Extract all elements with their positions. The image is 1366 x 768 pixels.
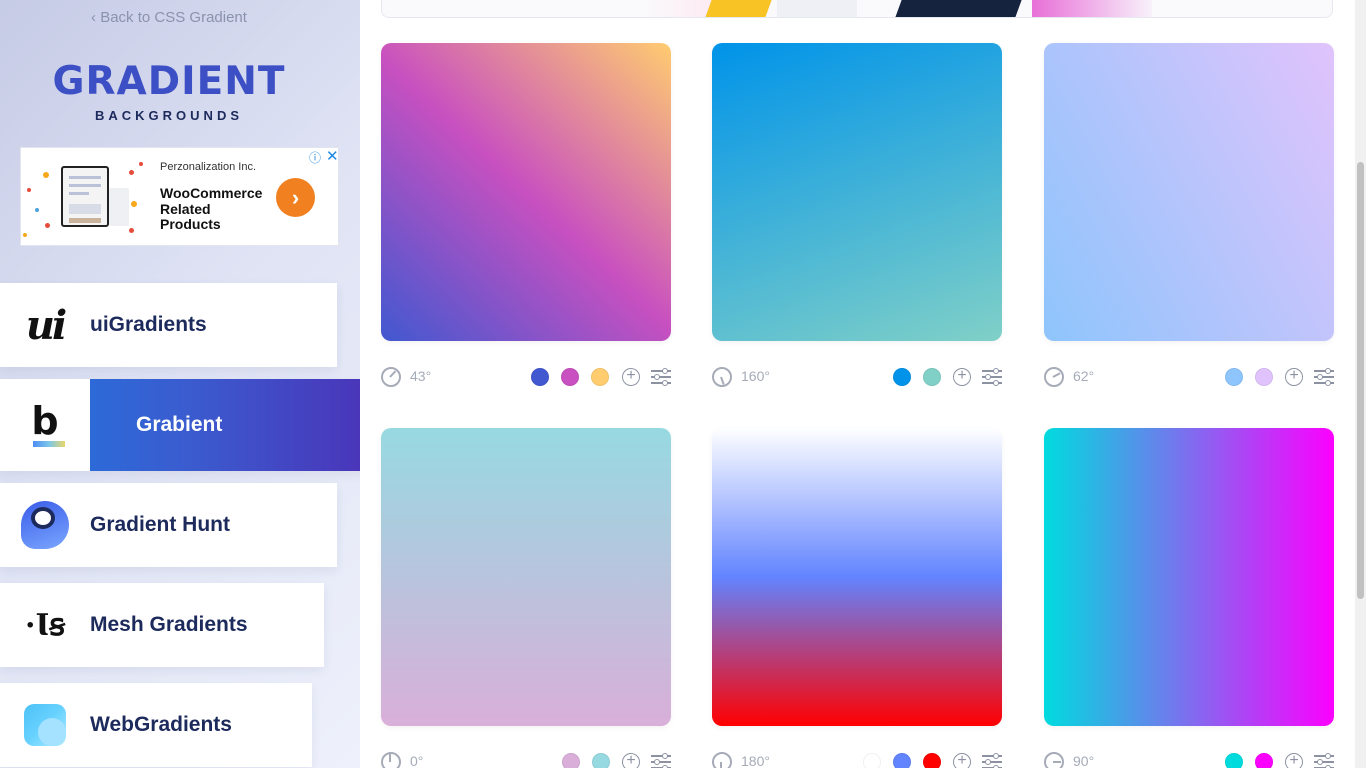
angle-value: 43° xyxy=(410,368,432,384)
color-stop[interactable] xyxy=(591,368,609,386)
angle-value: 180° xyxy=(741,753,770,768)
color-stop[interactable] xyxy=(1225,753,1243,768)
angle-value: 62° xyxy=(1073,368,1095,384)
color-stop[interactable] xyxy=(1225,368,1243,386)
add-color-icon[interactable]: + xyxy=(1285,368,1303,386)
nav-item-gradient-hunt[interactable]: Gradient Hunt xyxy=(0,483,337,567)
angle-dial-icon[interactable] xyxy=(1044,367,1064,387)
gradient-card: 62° + xyxy=(1044,43,1334,387)
gradient-swatch[interactable] xyxy=(1044,428,1334,726)
color-stop[interactable] xyxy=(531,368,549,386)
color-stop[interactable] xyxy=(562,753,580,768)
add-color-icon[interactable]: + xyxy=(953,368,971,386)
color-stop[interactable] xyxy=(893,753,911,768)
gradient-controls: 0° + xyxy=(381,750,671,768)
settings-sliders-icon[interactable] xyxy=(651,367,671,386)
promo-banner[interactable] xyxy=(381,0,1333,18)
gradient-controls: 180° + xyxy=(712,750,1002,768)
add-color-icon[interactable]: + xyxy=(1285,753,1303,768)
nav-item-label: Mesh Gradients xyxy=(90,613,248,636)
gradient-swatch[interactable] xyxy=(381,43,671,341)
gradient-logo[interactable]: Gradient xyxy=(0,58,338,106)
color-stop[interactable] xyxy=(1255,753,1273,768)
gradient-controls: 160° + xyxy=(712,365,1002,389)
add-color-icon[interactable]: + xyxy=(953,753,971,768)
gradient-card: 160° + xyxy=(712,43,1002,387)
nav-item-webgradients[interactable]: WebGradients xyxy=(0,683,312,767)
gradient-card: 90° + xyxy=(1044,428,1334,768)
gradient-swatch[interactable] xyxy=(381,428,671,726)
ad-info-icon[interactable]: ⓘ xyxy=(309,149,321,166)
gradient-gallery: 43° + 160° + 62° + 0° + 180° + 90° + xyxy=(360,0,1355,768)
nav-item-uigradients[interactable]: ui uiGradients xyxy=(0,283,337,367)
color-stop[interactable] xyxy=(592,753,610,768)
advertisement[interactable]: Perzonalization Inc. WooCommerce Related… xyxy=(20,147,339,246)
gradient-controls: 90° + xyxy=(1044,750,1334,768)
gradient-hunt-logo-icon xyxy=(0,483,90,567)
angle-dial-icon[interactable] xyxy=(381,752,401,768)
gradient-swatch[interactable] xyxy=(1044,43,1334,341)
nav-item-label: WebGradients xyxy=(90,713,232,736)
ad-title[interactable]: WooCommerce Related Products xyxy=(160,185,270,233)
sidebar: ‹ Back to CSS Gradient Gradient BACKGROU… xyxy=(0,0,360,768)
nav-item-label: uiGradients xyxy=(90,313,207,336)
color-stop[interactable] xyxy=(923,368,941,386)
logo-subtitle: BACKGROUNDS xyxy=(95,108,243,123)
color-stop[interactable] xyxy=(1255,368,1273,386)
gradient-card: 43° + xyxy=(381,43,671,387)
gradient-controls: 43° + xyxy=(381,365,671,389)
settings-sliders-icon[interactable] xyxy=(1314,752,1334,768)
page-scrollbar[interactable] xyxy=(1355,0,1366,768)
color-stop[interactable] xyxy=(923,753,941,768)
back-to-css-gradient-link[interactable]: ‹ Back to CSS Gradient xyxy=(0,9,338,26)
settings-sliders-icon[interactable] xyxy=(651,752,671,768)
color-stop[interactable] xyxy=(561,368,579,386)
add-color-icon[interactable]: + xyxy=(622,368,640,386)
nav-item-grabient[interactable]: b Grabient xyxy=(0,379,360,471)
angle-value: 0° xyxy=(410,753,424,768)
color-stop[interactable] xyxy=(893,368,911,386)
angle-dial-icon[interactable] xyxy=(1044,752,1064,768)
nav-item-label: Gradient Hunt xyxy=(90,513,230,536)
ad-company: Perzonalization Inc. xyxy=(160,161,256,173)
angle-dial-icon[interactable] xyxy=(381,367,401,387)
angle-dial-icon[interactable] xyxy=(712,367,732,387)
nav-item-label: Grabient xyxy=(136,413,223,436)
gradient-swatch[interactable] xyxy=(712,43,1002,341)
angle-dial-icon[interactable] xyxy=(712,752,732,768)
scrollbar-thumb[interactable] xyxy=(1357,162,1364,599)
webgradients-logo-icon xyxy=(0,683,90,767)
ui-logo-icon: ui xyxy=(25,301,67,349)
gradient-controls: 62° + xyxy=(1044,365,1334,389)
grabient-logo-icon: b xyxy=(0,379,90,471)
settings-sliders-icon[interactable] xyxy=(982,367,1002,386)
settings-sliders-icon[interactable] xyxy=(982,752,1002,768)
ad-chevron-right-icon[interactable]: › xyxy=(276,178,315,217)
color-stop[interactable] xyxy=(863,753,881,768)
gradient-swatch[interactable] xyxy=(712,428,1002,726)
nav-item-mesh-gradients[interactable]: ·Ꙇꞩ Mesh Gradients xyxy=(0,583,324,667)
gradient-card: 180° + xyxy=(712,428,1002,768)
add-color-icon[interactable]: + xyxy=(622,753,640,768)
ad-product-image-panel xyxy=(109,188,129,226)
angle-value: 90° xyxy=(1073,753,1095,768)
settings-sliders-icon[interactable] xyxy=(1314,367,1334,386)
ad-product-image xyxy=(61,166,109,227)
angle-value: 160° xyxy=(741,368,770,384)
gradient-card: 0° + xyxy=(381,428,671,768)
ad-close-icon[interactable]: ✕ xyxy=(326,148,338,165)
mesh-gradients-logo-icon: ·Ꙇꞩ xyxy=(24,607,66,643)
